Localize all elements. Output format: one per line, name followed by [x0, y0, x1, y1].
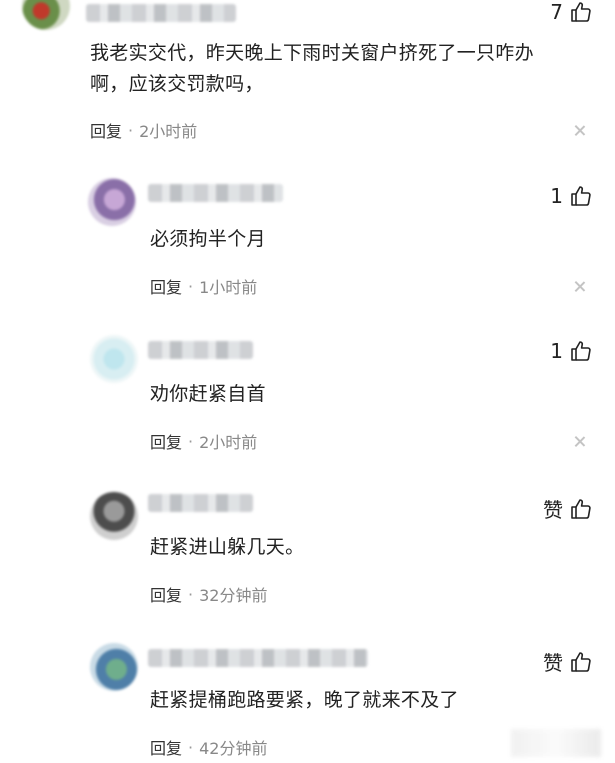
- timestamp: 2小时前: [139, 122, 198, 141]
- like-button[interactable]: 1: [550, 339, 593, 363]
- comment-text: 劝你赶紧自首: [150, 383, 266, 405]
- avatar[interactable]: [88, 178, 136, 226]
- comment-meta: 回复 · 2小时前: [150, 429, 257, 453]
- reply-button[interactable]: 回复: [150, 429, 182, 453]
- like-count: 赞: [543, 651, 563, 675]
- comment-text-line: 我老实交代，昨天晚上下雨时关窗户挤死了一只咋办: [90, 42, 534, 64]
- like-count: 7: [550, 0, 563, 24]
- comment-text: 我老实交代，昨天晚上下雨时关窗户挤死了一只咋办 啊，应该交罚款吗，: [90, 38, 590, 100]
- timestamp: 42分钟前: [199, 739, 268, 758]
- separator: ·: [188, 276, 194, 296]
- username-blurred[interactable]: [86, 4, 236, 22]
- avatar[interactable]: [22, 0, 70, 30]
- like-count: 1: [550, 339, 563, 363]
- timestamp: 2小时前: [199, 433, 258, 452]
- username-blurred[interactable]: [148, 184, 283, 202]
- comment-meta: 回复 · 32分钟前: [150, 582, 267, 606]
- thumbs-up-icon: [571, 2, 591, 22]
- thumbs-up-icon: [571, 651, 591, 672]
- comment-item: 7 我老实交代，昨天晚上下雨时关窗户挤死了一只咋办 啊，应该交罚款吗， 回复 ·…: [0, 0, 615, 150]
- comment-text: 必须拘半个月: [150, 228, 266, 250]
- avatar[interactable]: [90, 643, 138, 691]
- comment-text-line: 啊，应该交罚款吗，: [90, 73, 264, 95]
- reply-button[interactable]: 回复: [90, 118, 122, 142]
- like-count: 1: [550, 184, 563, 208]
- close-icon[interactable]: [573, 280, 587, 294]
- comment-meta: 回复 · 2小时前: [90, 118, 197, 142]
- separator: ·: [188, 737, 194, 757]
- close-icon[interactable]: [573, 435, 587, 449]
- thumbs-up-icon: [571, 186, 591, 206]
- reply-item: 赞 赶紧进山躲几天。 回复 · 32分钟前: [0, 480, 615, 630]
- like-button[interactable]: 7: [550, 0, 593, 24]
- like-button[interactable]: 1: [550, 184, 593, 208]
- watermark: [511, 729, 601, 757]
- comment-meta: 回复 · 42分钟前: [150, 735, 267, 759]
- reply-button[interactable]: 回复: [150, 735, 182, 759]
- timestamp: 32分钟前: [199, 586, 268, 605]
- comment-text: 赶紧进山躲几天。: [150, 536, 305, 558]
- thumbs-up-icon: [571, 341, 591, 361]
- close-icon[interactable]: [573, 124, 587, 138]
- like-count: 赞: [543, 498, 563, 522]
- reply-button[interactable]: 回复: [150, 582, 182, 606]
- separator: ·: [188, 431, 194, 451]
- avatar[interactable]: [90, 492, 138, 540]
- reply-button[interactable]: 回复: [150, 274, 182, 298]
- username-blurred[interactable]: [148, 494, 253, 512]
- username-blurred[interactable]: [148, 649, 368, 667]
- timestamp: 1小时前: [199, 278, 258, 297]
- comment-meta: 回复 · 1小时前: [150, 274, 257, 298]
- like-button[interactable]: 赞: [543, 494, 593, 523]
- thumbs-up-icon: [571, 498, 591, 519]
- reply-item: 1 必须拘半个月 回复 · 1小时前: [0, 170, 615, 320]
- username-blurred[interactable]: [148, 341, 253, 359]
- comment-text: 赶紧提桶跑路要紧，晚了就来不及了: [150, 689, 459, 711]
- reply-item: 1 劝你赶紧自首 回复 · 2小时前: [0, 325, 615, 475]
- separator: ·: [128, 120, 134, 140]
- separator: ·: [188, 584, 194, 604]
- avatar[interactable]: [90, 335, 138, 383]
- like-button[interactable]: 赞: [543, 647, 593, 676]
